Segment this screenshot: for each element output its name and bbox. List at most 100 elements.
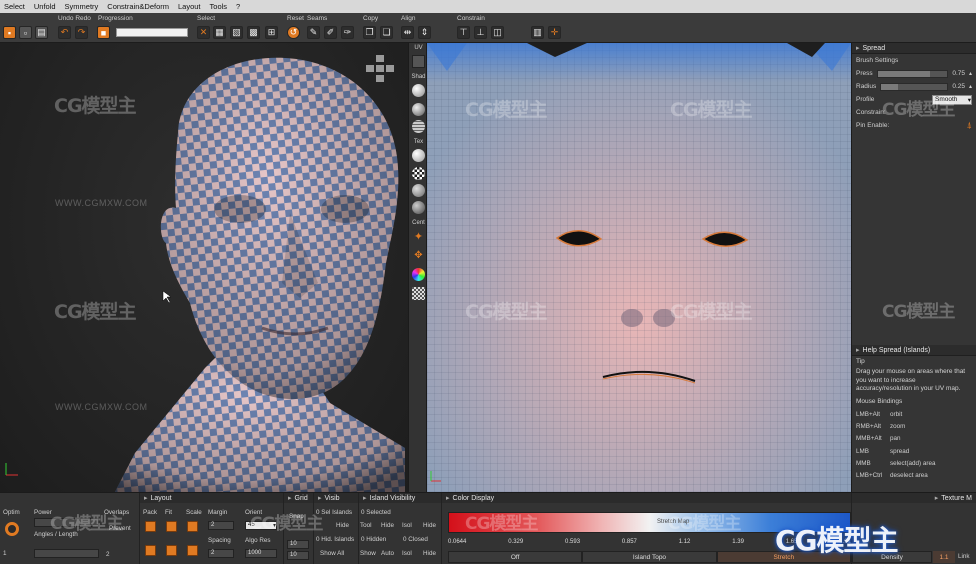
paste-icon[interactable]: ❏ bbox=[380, 26, 393, 39]
view-cube-icon[interactable] bbox=[362, 55, 398, 83]
menu-select[interactable]: Select bbox=[4, 2, 25, 11]
spread-panel-header[interactable]: ▸ Spread bbox=[852, 43, 976, 54]
isol-button[interactable]: Isol bbox=[402, 522, 412, 529]
scale-options-icon[interactable] bbox=[187, 545, 198, 556]
grid-select-icon[interactable]: ⊞ bbox=[265, 26, 278, 39]
tab-off[interactable]: Off bbox=[448, 551, 583, 563]
color-mode-icon[interactable] bbox=[412, 268, 425, 281]
viewport-3d[interactable]: CG模型主 CG模型主 WWW.CGMXW.COM WWW.CGMXW.COM bbox=[0, 43, 408, 492]
viewport-uv[interactable]: CG模型主 CG模型主 CG模型主 CG模型主 bbox=[427, 43, 851, 492]
hide-button[interactable]: Hide bbox=[423, 522, 436, 529]
margin-field[interactable]: 2 bbox=[208, 521, 234, 530]
tab-island-topo[interactable]: Island Topo bbox=[582, 551, 717, 563]
pack-icon[interactable] bbox=[145, 521, 156, 532]
center-icon[interactable]: ✦ bbox=[412, 231, 425, 244]
binding-action: zoom bbox=[890, 422, 906, 430]
visib-header[interactable]: ▸ Visib bbox=[314, 493, 358, 503]
press-spin-icon[interactable]: ▴ bbox=[969, 70, 972, 77]
watermark-logo: CG模型主 bbox=[670, 301, 753, 323]
press-slider[interactable] bbox=[876, 69, 949, 78]
copy-icon[interactable]: ❐ bbox=[363, 26, 376, 39]
texture-checker-icon[interactable] bbox=[412, 167, 425, 180]
link-label[interactable]: Link bbox=[958, 553, 970, 560]
hide-button[interactable]: Hide bbox=[423, 550, 436, 557]
shading-flat-icon[interactable] bbox=[412, 103, 425, 116]
optimize-icon[interactable] bbox=[5, 522, 19, 536]
angles-length-slider[interactable] bbox=[34, 549, 99, 558]
select-islands-icon[interactable]: ▩ bbox=[247, 26, 260, 39]
pack-options-icon[interactable] bbox=[145, 545, 156, 556]
hide-button[interactable]: Hide bbox=[381, 522, 394, 529]
save-icon[interactable]: ▪ bbox=[3, 26, 16, 39]
spacing-field[interactable]: 2 bbox=[208, 549, 234, 558]
texture-image-icon[interactable] bbox=[412, 184, 425, 197]
menu-unfold[interactable]: Unfold bbox=[34, 2, 56, 11]
grid-v-value: 10 bbox=[290, 552, 297, 558]
island-visibility-title: Island Visibility bbox=[369, 494, 416, 502]
uv-toggle-icon[interactable] bbox=[412, 55, 425, 68]
fit-icon[interactable] bbox=[166, 521, 177, 532]
shading-wire-icon[interactable] bbox=[412, 120, 425, 133]
undo-icon[interactable]: ↶ bbox=[58, 26, 71, 39]
watermark-logo: CG模型主 bbox=[465, 99, 548, 121]
spread-title: Spread bbox=[862, 44, 886, 52]
reset-icon[interactable]: ↺ bbox=[287, 26, 300, 39]
fit-options-icon[interactable] bbox=[166, 545, 177, 556]
pin-toggle-icon[interactable]: ⍋ bbox=[967, 120, 972, 131]
center-selection-icon[interactable]: ✥ bbox=[412, 249, 425, 262]
menu-tools[interactable]: Tools bbox=[210, 2, 228, 11]
texture-map-icon[interactable] bbox=[412, 201, 425, 214]
hid-islands-label: 0 Hid. Islands bbox=[316, 536, 355, 543]
island-visibility-header[interactable]: ▸ Island Visibility bbox=[359, 493, 441, 503]
toolbar: Undo Redo Progression Select Reset Seams… bbox=[0, 13, 976, 43]
show-button[interactable]: Show bbox=[360, 550, 376, 557]
help-panel-header[interactable]: ▸ Help Spread (Islands) bbox=[852, 345, 976, 356]
binding-row: LMB+Alt orbit bbox=[852, 408, 976, 420]
align-vertical-icon[interactable]: ⇕ bbox=[418, 26, 431, 39]
tool-button[interactable]: Tool bbox=[360, 522, 372, 529]
unpin-icon[interactable]: ⊥ bbox=[474, 26, 487, 39]
constrain-axis-icon[interactable]: ✛ bbox=[548, 26, 561, 39]
redo-icon[interactable]: ↷ bbox=[75, 26, 88, 39]
press-value: 0.75 bbox=[952, 70, 965, 77]
density-value-field[interactable]: 1.1 bbox=[933, 551, 955, 563]
select-faces-icon[interactable]: ▦ bbox=[213, 26, 226, 39]
cut-seam-icon[interactable]: ✎ bbox=[307, 26, 320, 39]
auto-button[interactable]: Auto bbox=[381, 550, 394, 557]
grid-u-field[interactable]: 10 bbox=[287, 540, 309, 549]
lock-icon[interactable]: ◫ bbox=[491, 26, 504, 39]
value-1: 1 bbox=[3, 550, 7, 557]
grid-v-field[interactable]: 10 bbox=[287, 551, 309, 560]
radius-spin-icon[interactable]: ▴ bbox=[969, 83, 972, 90]
save-as-icon[interactable]: ▫ bbox=[19, 26, 32, 39]
radius-slider[interactable] bbox=[880, 82, 949, 91]
align-horizontal-icon[interactable]: ⇹ bbox=[401, 26, 414, 39]
auto-seam-icon[interactable]: ✑ bbox=[341, 26, 354, 39]
group-undo-redo: Undo Redo bbox=[58, 15, 91, 22]
shading-smooth-icon[interactable] bbox=[412, 84, 425, 97]
grid-header[interactable]: ▸ Grid bbox=[284, 493, 313, 503]
layout-header[interactable]: ▸ Layout bbox=[140, 493, 283, 503]
pin-icon[interactable]: ⊤ bbox=[457, 26, 470, 39]
deselect-icon[interactable]: ✕ bbox=[197, 26, 210, 39]
isol-button[interactable]: Isol bbox=[402, 550, 412, 557]
hide-button[interactable]: Hide bbox=[336, 522, 349, 529]
radius-row: Radius 0.25 ▴ bbox=[852, 80, 976, 93]
straighten-icon[interactable]: ▥ bbox=[531, 26, 544, 39]
export-icon[interactable]: ▤ bbox=[35, 26, 48, 39]
show-all-button[interactable]: Show All bbox=[320, 550, 344, 557]
texture-header[interactable]: ▸ Texture M bbox=[852, 493, 976, 503]
menu-layout[interactable]: Layout bbox=[178, 2, 201, 11]
menu-help[interactable]: ? bbox=[236, 2, 240, 11]
stop-icon[interactable]: ■ bbox=[97, 26, 110, 39]
weld-seam-icon[interactable]: ✐ bbox=[324, 26, 337, 39]
color-display-header[interactable]: ▸ Color Display bbox=[442, 493, 851, 503]
texture-none-icon[interactable] bbox=[412, 149, 425, 162]
menu-symmetry[interactable]: Symmetry bbox=[65, 2, 99, 11]
checker-size-icon[interactable] bbox=[412, 287, 425, 300]
algo-res-field[interactable]: 1000 bbox=[245, 549, 277, 558]
menu-constrain-deform[interactable]: Constrain&Deform bbox=[107, 2, 169, 11]
watermark-logo: CG模型主 bbox=[670, 99, 753, 121]
scale-icon[interactable] bbox=[187, 521, 198, 532]
select-edges-icon[interactable]: ▧ bbox=[230, 26, 243, 39]
